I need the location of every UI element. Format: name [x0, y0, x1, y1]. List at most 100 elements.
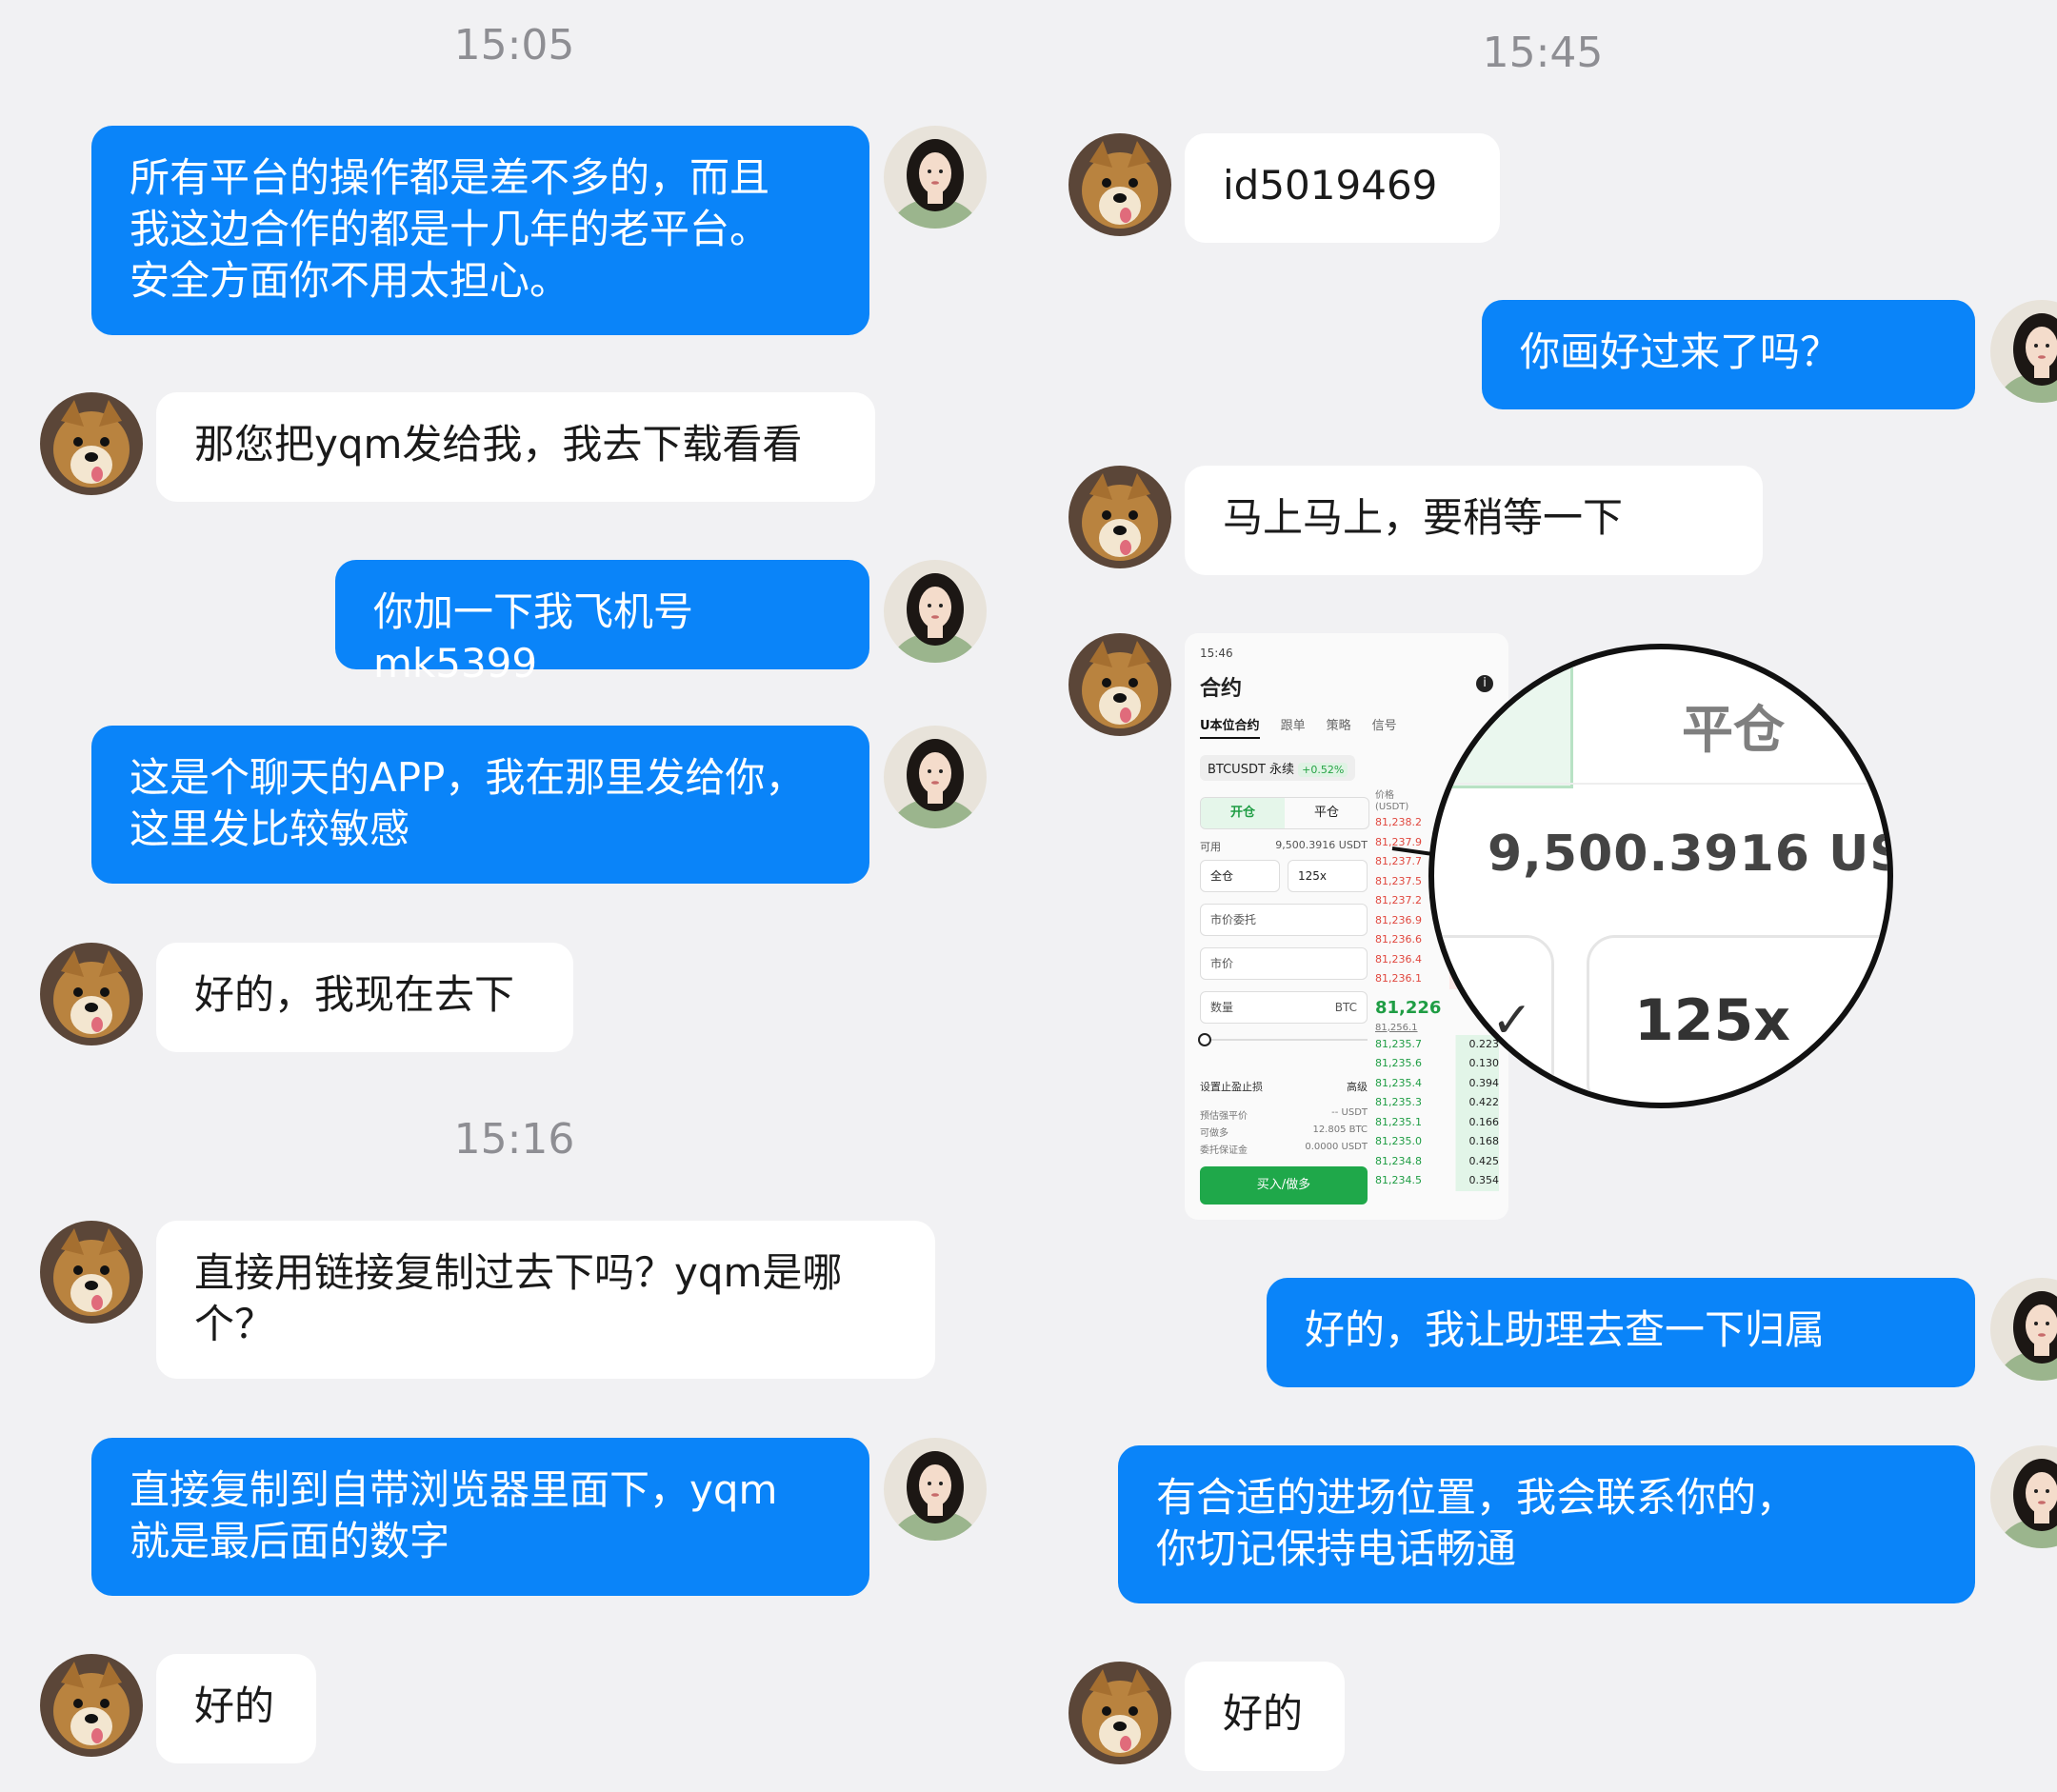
avatar-girl[interactable] [1990, 1278, 2057, 1381]
info-value: 0.0000 USDT [1305, 1142, 1368, 1152]
info-value: -- USDT [1331, 1107, 1368, 1118]
avatar-girl[interactable] [884, 1438, 987, 1541]
margin-mode-select: 全仓 [1200, 860, 1280, 892]
avatar-dog-icon [1068, 466, 1171, 568]
avatar-dog-icon [40, 1221, 143, 1324]
zoom-divider [1434, 783, 1887, 785]
avatar-dog-icon [40, 392, 143, 495]
quantity-slider [1198, 1033, 1368, 1046]
avatar-dog[interactable] [1068, 133, 1171, 236]
info-label: 委托保证金 [1200, 1145, 1248, 1156]
contract-tabs: U本位合约 跟单 策略 信号 [1200, 715, 1397, 739]
bid-price: 81,235.1 [1375, 1115, 1422, 1128]
trading-pair: BTCUSDT 永续 +0.52% [1200, 755, 1356, 781]
magnifier-zoom: 平仓 9,500.3916 USDT ✓ 125x [1428, 644, 1893, 1108]
message-bubble-sent[interactable]: 你画好过来了吗？ [1482, 300, 1975, 409]
info-row: 预估强平价 -- USDT [1200, 1107, 1368, 1122]
status-time: 15:46 [1200, 647, 1233, 660]
avatar-girl[interactable] [1990, 300, 2057, 403]
message-bubble-received[interactable]: 马上马上，要稍等一下 [1185, 466, 1763, 575]
available-value: 9,500.3916 USDT [1275, 839, 1368, 851]
message-bubble-sent[interactable]: 所有平台的操作都是差不多的，而且 我这边合作的都是十几年的老平台。 安全方面你不… [91, 126, 869, 335]
bid-price: 81,235.7 [1375, 1037, 1422, 1050]
price-change-badge: +0.52% [1298, 763, 1348, 777]
bid-quantity: 0.425 [1468, 1154, 1500, 1167]
message-bubble-sent[interactable]: 直接复制到自带浏览器里面下，yqm 就是最后面的数字 [91, 1438, 869, 1596]
tpsl-row: 设置止盈止损 高级 [1200, 1079, 1368, 1094]
avatar-dog[interactable] [1068, 1662, 1171, 1764]
avatar-dog-icon [40, 1654, 143, 1757]
zoom-available-value: 9,500.3916 USDT [1488, 826, 1887, 883]
avatar-girl-icon [1990, 1278, 2057, 1381]
available-label: 可用 [1200, 841, 1221, 853]
message-bubble-received[interactable]: id5019469 [1185, 133, 1500, 243]
pair-name: BTCUSDT 永续 [1208, 763, 1295, 777]
bid-price: 81,235.4 [1375, 1076, 1422, 1089]
bid-price: 81,235.3 [1375, 1096, 1422, 1108]
bid-quantity: 0.168 [1468, 1135, 1500, 1147]
price-field: 市价 [1200, 947, 1368, 980]
message-bubble-received[interactable]: 直接用链接复制过去下吗？yqm是哪 个？ [156, 1221, 935, 1379]
avatar-girl-icon [1990, 300, 2057, 403]
open-tab: 开仓 [1201, 798, 1285, 828]
avatar-dog-icon [1068, 1662, 1171, 1764]
avatar-girl-icon [884, 560, 987, 663]
avatar-dog-icon [1068, 633, 1171, 736]
message-bubble-sent[interactable]: 有合适的进场位置，我会联系你的， 你切记保持电话畅通 [1118, 1445, 1975, 1603]
avatar-girl-icon [884, 1438, 987, 1541]
avatar-girl-icon [884, 726, 987, 828]
message-bubble-received[interactable]: 好的 [156, 1654, 316, 1763]
bid-row: 81,235.1 0.166 [1375, 1112, 1500, 1132]
tab-strategy: 策略 [1326, 719, 1351, 733]
avatar-girl[interactable] [884, 560, 987, 663]
avatar-dog[interactable] [40, 1654, 143, 1757]
avatar-girl[interactable] [884, 726, 987, 828]
avatar-girl-icon [884, 126, 987, 229]
message-bubble-received[interactable]: 那您把yqm发给我，我去下载看看 [156, 392, 875, 502]
tab-signal: 信号 [1371, 719, 1397, 733]
tab-copy-trading: 跟单 [1280, 719, 1306, 733]
leverage-select: 125x [1288, 860, 1368, 892]
avatar-dog-icon [40, 943, 143, 1045]
advanced-label: 高级 [1347, 1081, 1368, 1093]
bid-quantity: 0.166 [1468, 1115, 1500, 1128]
bid-price: 81,234.5 [1375, 1174, 1422, 1186]
message-bubble-received[interactable]: 好的 [1185, 1662, 1345, 1771]
avatar-dog-icon [1068, 133, 1171, 236]
info-row: 可做多 12.805 BTC [1200, 1125, 1368, 1139]
bid-price: 81,234.8 [1375, 1154, 1422, 1167]
chevron-icon: ✓ [1491, 992, 1533, 1049]
quantity-label: 数量 [1210, 1001, 1234, 1014]
avatar-dog[interactable] [40, 943, 143, 1045]
bid-price: 81,235.0 [1375, 1135, 1422, 1147]
avatar-dog[interactable] [40, 1221, 143, 1324]
bid-row: 81,235.0 0.168 [1375, 1132, 1499, 1152]
slider-thumb [1198, 1033, 1211, 1046]
zoom-close-label: 平仓 [1682, 700, 1785, 760]
left-chat-panel: 15:05 所有平台的操作都是差不多的，而且 我这边合作的都是十几年的老平台。 … [0, 0, 1028, 1792]
message-bubble-sent[interactable]: 好的，我让助理去查一下归属 [1267, 1278, 1975, 1387]
message-bubble-sent[interactable]: 这是个聊天的APP，我在那里发给你， 这里发比较敏感 [91, 726, 869, 884]
avatar-girl[interactable] [1990, 1445, 2057, 1548]
buy-long-button: 买入/做多 [1200, 1166, 1368, 1205]
avatar-girl[interactable] [884, 126, 987, 229]
message-bubble-received[interactable]: 好的，我现在去下 [156, 943, 573, 1052]
order-type-select: 市价委托 [1200, 904, 1368, 936]
bid-row: 81,234.8 0.425 [1375, 1151, 1500, 1171]
page-title: 合约 [1200, 677, 1243, 701]
avatar-dog[interactable] [40, 392, 143, 495]
tab-usdt-contract: U本位合约 [1200, 715, 1260, 739]
avatar-dog[interactable] [1068, 466, 1171, 568]
open-close-toggle: 开仓 平仓 [1200, 797, 1369, 829]
close-tab: 平仓 [1313, 806, 1339, 820]
info-label: 预估强平价 [1200, 1111, 1248, 1122]
message-bubble-sent[interactable]: 你加一下我飞机号mk5399 [335, 560, 869, 687]
quantity-field: 数量 BTC [1200, 991, 1368, 1024]
bid-price: 81,235.6 [1375, 1057, 1422, 1069]
avatar-dog[interactable] [1068, 633, 1171, 736]
bid-quantity: 0.354 [1468, 1174, 1500, 1186]
tpsl-label: 设置止盈止损 [1200, 1081, 1263, 1093]
info-label: 可做多 [1200, 1128, 1228, 1139]
available-balance: 可用 9,500.3916 USDT [1200, 839, 1368, 854]
zoom-green-area [1434, 649, 1573, 788]
